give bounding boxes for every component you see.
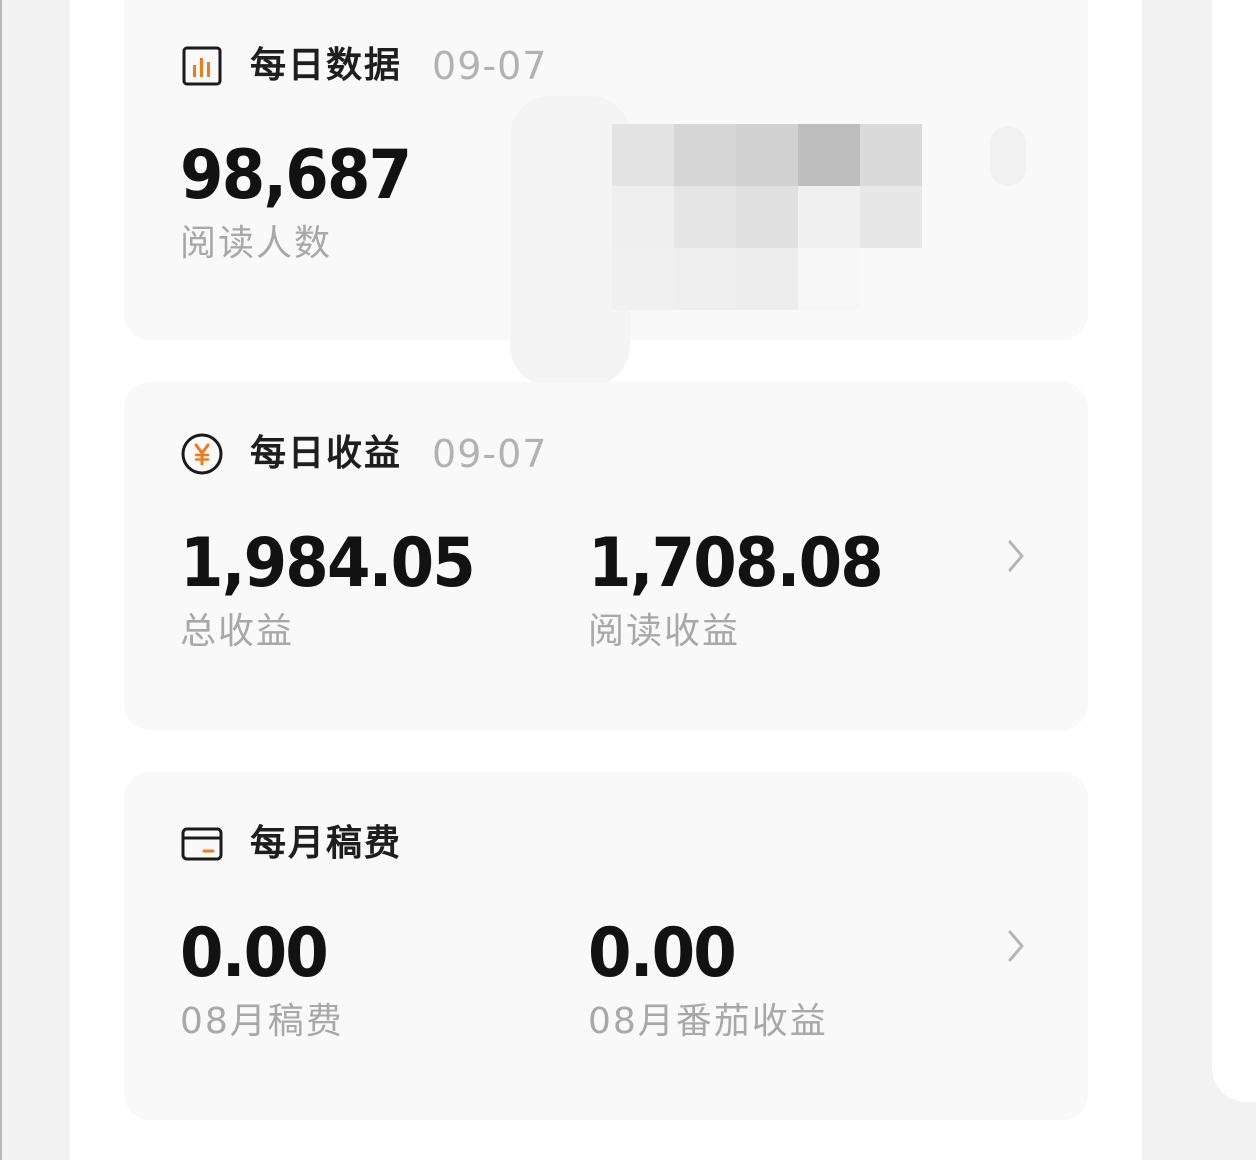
reading-income-value: 1,708.08 <box>588 524 884 603</box>
chevron-right-icon[interactable] <box>1002 926 1030 966</box>
yuan-coin-icon <box>181 433 223 475</box>
chevron-right-icon[interactable] <box>1002 536 1030 576</box>
adjacent-panel <box>1212 0 1256 1102</box>
blurred-background-shape <box>990 126 1026 186</box>
monthly-fee-card[interactable]: 每月稿费 0.00 08月稿费 0.00 08月番茄收益 <box>124 772 1088 1120</box>
bar-chart-icon <box>182 46 222 86</box>
daily-income-date: 09-07 <box>432 432 548 476</box>
daily-data-card[interactable]: 每日数据 09-07 98,687 阅读人数 <box>124 0 1088 386</box>
daily-data-date: 09-07 <box>432 44 548 88</box>
total-income-metric: 1,984.05 总收益 <box>180 526 500 654</box>
total-income-label: 总收益 <box>180 611 295 652</box>
daily-income-card[interactable]: 每日收益 09-07 1,984.05 总收益 1,708.08 阅读收益 <box>124 382 1088 730</box>
august-fee-value: 0.00 <box>180 914 329 993</box>
monthly-fee-header: 每月稿费 <box>180 822 402 866</box>
pixelated-redaction <box>612 124 922 310</box>
readers-value: 98,687 <box>180 136 412 215</box>
left-edge-strip <box>0 0 2 1160</box>
reading-income-metric: 1,708.08 阅读收益 <box>588 526 908 654</box>
stats-panel: 每日数据 09-07 98,687 阅读人数 每日收益 09-07 1,984.… <box>70 0 1142 1160</box>
daily-data-title: 每日数据 <box>250 45 403 86</box>
august-tomato-income-label: 08月番茄收益 <box>588 1001 828 1042</box>
august-tomato-income-value: 0.00 <box>588 914 737 993</box>
monthly-fee-title: 每月稿费 <box>250 823 403 864</box>
readers-metric: 98,687 阅读人数 <box>180 138 430 266</box>
august-tomato-income-metric: 0.00 08月番茄收益 <box>588 916 828 1044</box>
wallet-card-icon <box>181 827 223 861</box>
total-income-value: 1,984.05 <box>180 524 476 603</box>
daily-data-header: 每日数据 09-07 <box>180 44 547 88</box>
daily-income-title: 每日收益 <box>250 433 403 474</box>
reading-income-label: 阅读收益 <box>588 611 741 652</box>
august-fee-label: 08月稿费 <box>180 1001 344 1042</box>
august-fee-metric: 0.00 08月稿费 <box>180 916 344 1044</box>
daily-income-header: 每日收益 09-07 <box>180 432 547 476</box>
readers-label: 阅读人数 <box>180 223 333 264</box>
